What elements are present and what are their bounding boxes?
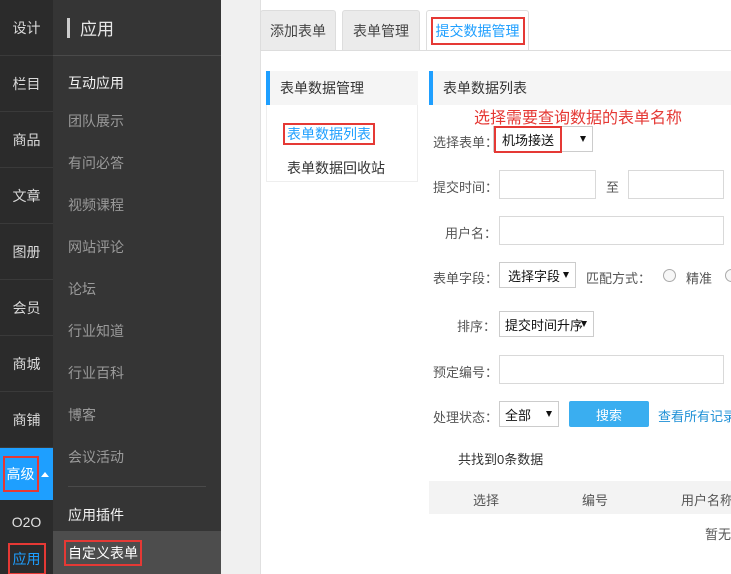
nav2-item-video[interactable]: 视频课程 [68,195,124,215]
time-range-separator: 至 [606,180,620,195]
form-field-label: 表单字段： [433,271,499,286]
nav-item-article[interactable]: 文章 [0,168,53,224]
annotation-text: 选择需要查询数据的表单名称 [474,110,683,127]
nav2-item-comments[interactable]: 网站评论 [68,237,124,257]
empty-table-text: 暂无 [705,527,731,542]
match-mode-label: 匹配方式： [586,271,652,286]
form-select[interactable]: 机场接送 [493,125,593,153]
sort-select[interactable]: 提交时间升序 [499,311,594,337]
username-label: 用户名： [445,226,498,241]
tab-form-manage[interactable]: 表单管理 [342,10,420,51]
side-link-recycle-bin[interactable]: 表单数据回收站 [287,158,385,178]
nav2-item-team[interactable]: 团队展示 [68,111,124,131]
sort-label: 排序： [457,319,497,334]
submit-time-label: 提交时间： [433,180,499,195]
tab-submission-manage[interactable]: 提交数据管理 [426,10,529,51]
divider [68,486,206,487]
nav-item-mall[interactable]: 商城 [0,336,53,392]
secondary-nav-header: 应用 [53,0,221,56]
view-all-records-link[interactable]: 查看所有记录 [658,406,731,425]
match-exact-radio[interactable] [663,269,676,282]
nav-item-o2o[interactable]: O2O [0,500,53,544]
nav2-item-forum[interactable]: 论坛 [68,279,96,299]
nav-item-advanced[interactable]: 高级 [0,448,53,500]
username-input[interactable] [499,216,724,245]
secondary-nav-title: 应用 [80,20,114,39]
dropdown-arrow-icon [563,272,569,278]
nav-item-product[interactable]: 商品 [0,112,53,168]
nav-item-column[interactable]: 栏目 [0,56,53,112]
list-panel-title: 表单数据列表 [429,71,731,105]
start-time-input[interactable] [499,170,596,199]
nav2-item-meeting[interactable]: 会议活动 [68,447,124,467]
dropdown-arrow-icon [580,136,586,142]
status-label: 处理状态： [433,410,499,425]
tab-add-form[interactable]: 添加表单 [260,10,336,51]
form-select-label: 选择表单： [433,135,499,150]
result-count: 共找到0条数据 [458,452,544,467]
dropdown-arrow-icon [581,321,587,327]
end-time-input[interactable] [628,170,724,199]
nav-item-app[interactable]: 应用 [0,543,53,574]
status-select[interactable]: 全部 [499,401,559,427]
nav-item-member[interactable]: 会员 [0,280,53,336]
column-select: 选择 [473,493,500,508]
dropdown-arrow-icon [546,411,552,417]
nav2-item-qa[interactable]: 有问必答 [68,153,124,173]
match-exact-label: 精准 [686,271,713,286]
column-number: 编号 [582,493,609,508]
nav-item-shop[interactable]: 商铺 [0,392,53,448]
group-interactive-apps: 互动应用 [68,75,124,91]
match-fuzzy-radio[interactable] [725,269,731,282]
secondary-nav: 应用 互动应用 团队展示 有问必答 视频课程 网站评论 论坛 行业知道 行业百科… [53,0,221,574]
nav-item-design[interactable]: 设计 [0,0,53,56]
booking-number-label: 预定编号： [433,365,499,380]
caret-up-icon [40,471,49,477]
nav2-item-custom-form[interactable]: 自定义表单 [53,531,221,574]
booking-number-input[interactable] [499,355,724,384]
column-username: 用户名称 [681,493,731,508]
nav-item-album[interactable]: 图册 [0,224,53,280]
side-panel-title: 表单数据管理 [266,71,418,105]
search-button[interactable]: 搜索 [569,401,649,427]
nav2-item-wiki[interactable]: 行业百科 [68,363,124,383]
tab-underline [260,50,731,51]
nav2-item-knowledge[interactable]: 行业知道 [68,321,124,341]
nav2-item-blog[interactable]: 博客 [68,405,96,425]
form-field-select[interactable]: 选择字段 [499,262,576,288]
side-link-form-data-list[interactable]: 表单数据列表 [283,123,375,145]
primary-nav: 设计 栏目 商品 文章 图册 会员 商城 商铺 高级 O2O 应用 [0,0,53,574]
group-plugins: 应用插件 [68,507,124,523]
